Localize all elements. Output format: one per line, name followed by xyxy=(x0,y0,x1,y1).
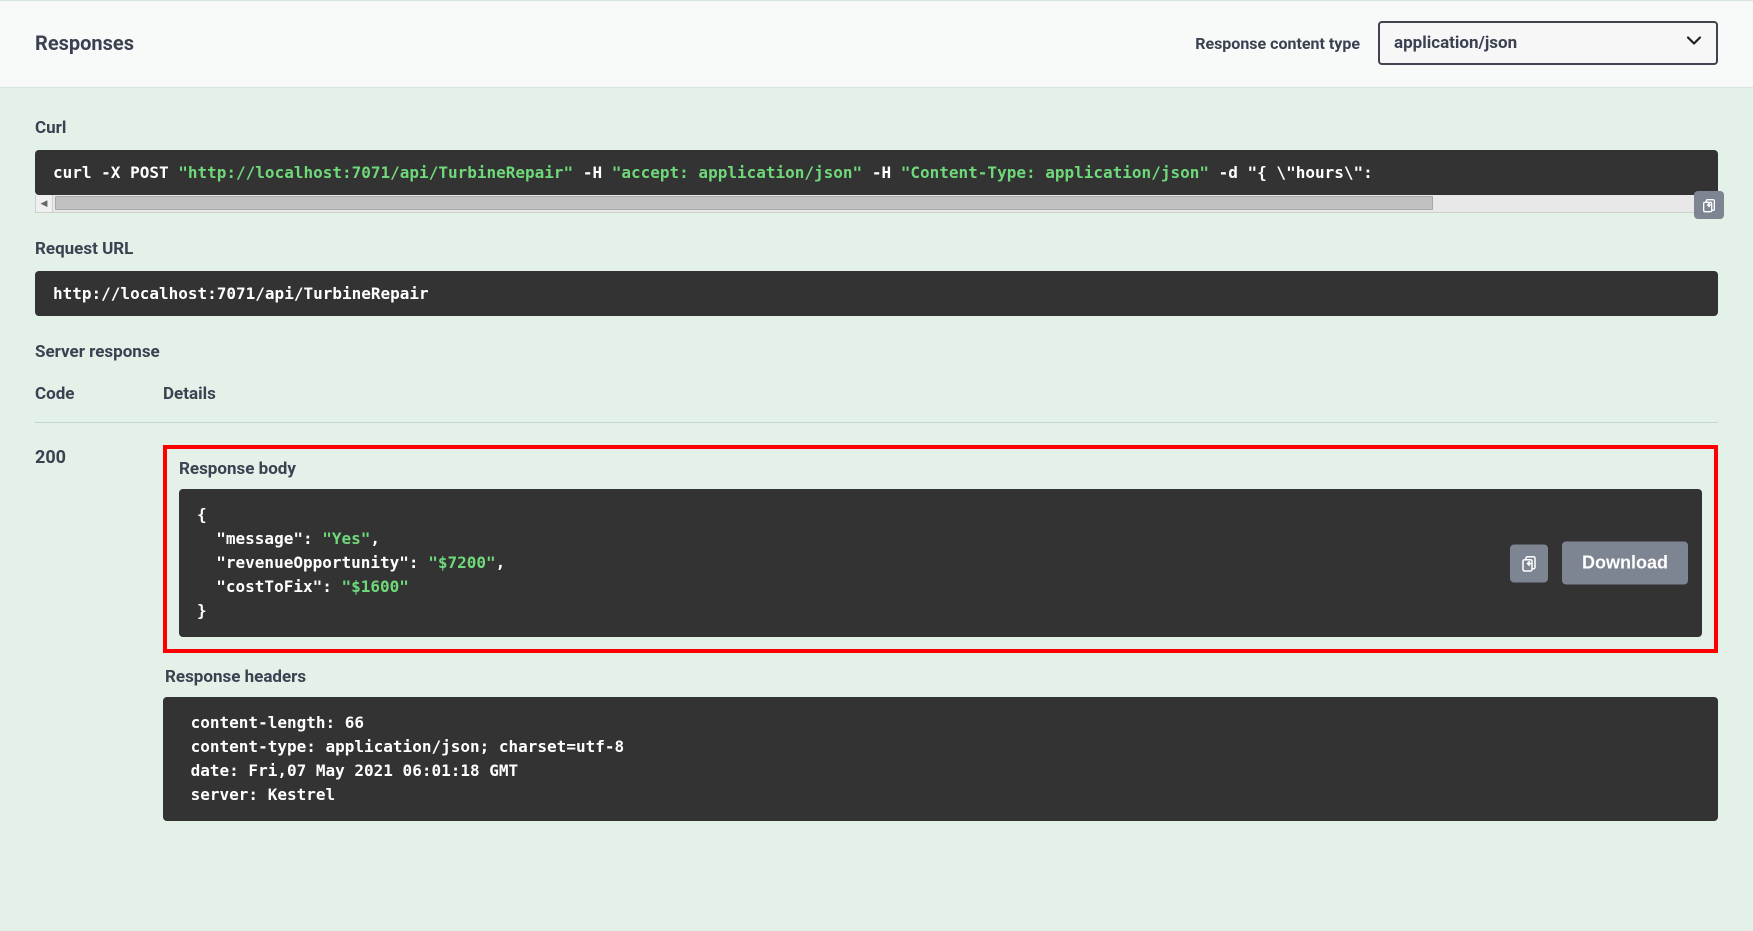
curl-command[interactable]: curl -X POST "http://localhost:7071/api/… xyxy=(35,150,1718,195)
scrollbar-thumb[interactable] xyxy=(55,196,1433,210)
content-type-wrap: Response content type application/json xyxy=(1195,21,1718,65)
response-body-highlight: Response body { "message": "Yes", "reven… xyxy=(163,445,1718,653)
curl-token: -H xyxy=(872,163,891,182)
curl-token: curl -X POST xyxy=(53,163,169,182)
content-type-label: Response content type xyxy=(1195,34,1360,53)
status-code: 200 xyxy=(35,445,163,821)
content-type-value: application/json xyxy=(1394,33,1517,53)
col-code-header: Code xyxy=(35,384,163,404)
curl-token: "{ \"hours\": xyxy=(1248,163,1373,182)
table-divider xyxy=(35,422,1718,423)
response-headers-label: Response headers xyxy=(165,667,1718,687)
curl-token: "accept: application/json" xyxy=(612,163,862,182)
curl-label: Curl xyxy=(35,118,1718,138)
curl-block: curl -X POST "http://localhost:7071/api/… xyxy=(35,150,1718,213)
request-url-value[interactable]: http://localhost:7071/api/TurbineRepair xyxy=(35,271,1718,316)
response-row: 200 Response body { "message": "Yes", "r… xyxy=(35,445,1718,821)
server-response-section: Server response Code Details 200 Respons… xyxy=(35,342,1718,821)
response-body-block[interactable]: { "message": "Yes", "revenueOpportunity"… xyxy=(179,489,1702,637)
curl-token: "Content-Type: application/json" xyxy=(901,163,1209,182)
responses-header: Responses Response content type applicat… xyxy=(0,0,1753,88)
main-content: Curl curl -X POST "http://localhost:7071… xyxy=(0,88,1753,841)
download-button[interactable]: Download xyxy=(1562,542,1688,585)
response-body-actions: Download xyxy=(1510,542,1688,585)
request-url-label: Request URL xyxy=(35,239,1718,259)
response-headers-block[interactable]: content-length: 66 content-type: applica… xyxy=(163,697,1718,821)
scroll-left-arrow-icon[interactable]: ◀ xyxy=(36,195,53,212)
response-table-header: Code Details xyxy=(35,384,1718,404)
curl-token: -H xyxy=(583,163,602,182)
request-url-section: Request URL http://localhost:7071/api/Tu… xyxy=(35,239,1718,316)
horizontal-scrollbar[interactable]: ◀ xyxy=(35,195,1718,213)
copy-response-button[interactable] xyxy=(1510,544,1548,582)
chevron-down-icon xyxy=(1686,33,1702,54)
server-response-label: Server response xyxy=(35,342,1718,362)
copy-curl-button[interactable] xyxy=(1694,191,1724,219)
curl-token: "http://localhost:7071/api/TurbineRepair… xyxy=(178,163,573,182)
response-body-json: { "message": "Yes", "revenueOpportunity"… xyxy=(197,503,1684,623)
response-body-label: Response body xyxy=(179,459,1702,479)
content-type-select[interactable]: application/json xyxy=(1378,21,1718,65)
col-details-header: Details xyxy=(163,384,1718,404)
curl-token: -d xyxy=(1219,163,1238,182)
responses-title: Responses xyxy=(35,31,134,55)
response-details: Response body { "message": "Yes", "reven… xyxy=(163,445,1718,821)
